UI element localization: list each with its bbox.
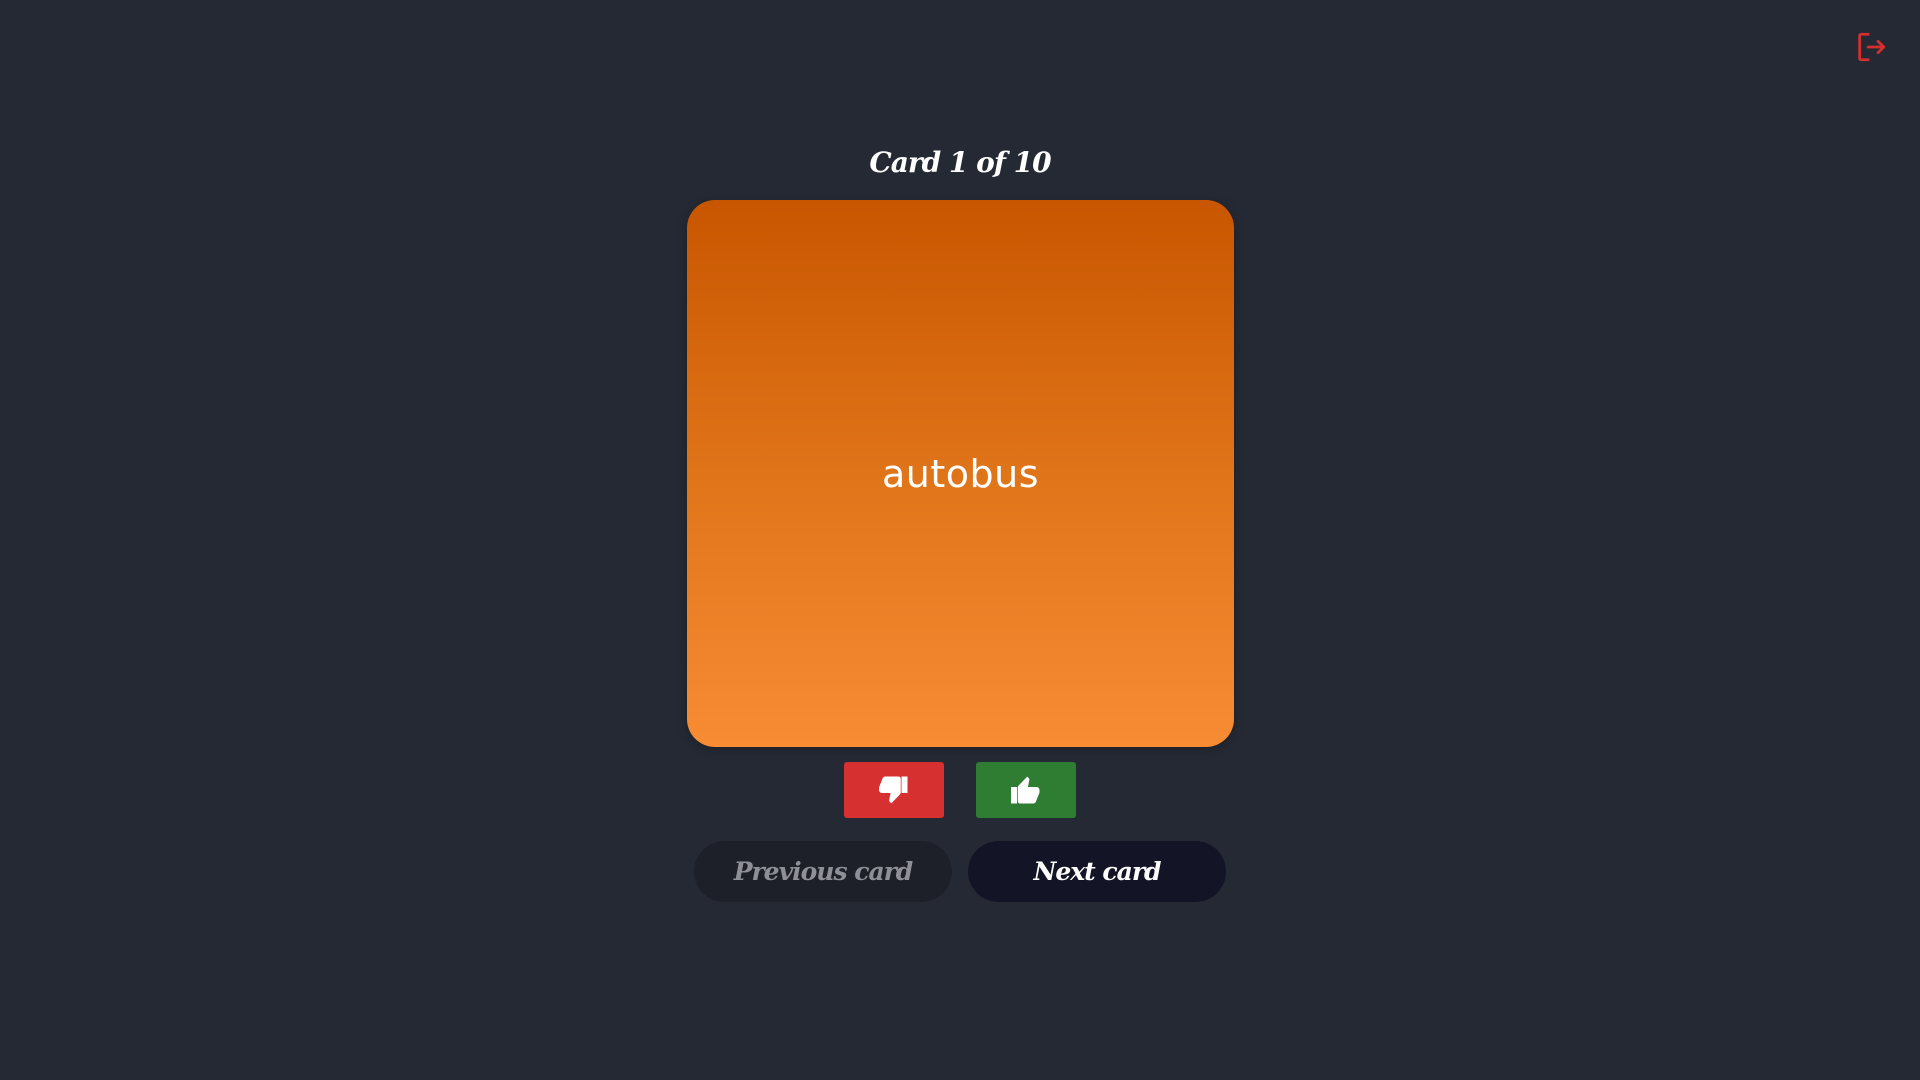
thumbs-down-icon (879, 776, 908, 804)
flashcard-word: autobus (881, 451, 1040, 496)
card-counter: Card 1 of 10 (869, 146, 1051, 179)
logout-button[interactable] (1852, 28, 1890, 66)
like-button[interactable] (976, 762, 1076, 818)
previous-card-button[interactable]: Previous card (694, 841, 952, 902)
dislike-button[interactable] (844, 762, 944, 818)
flashcard[interactable]: autobus (687, 200, 1234, 747)
thumbs-up-icon (1011, 776, 1040, 804)
next-card-button[interactable]: Next card (968, 841, 1226, 902)
logout-icon (1858, 32, 1886, 62)
flashcard-page: Card 1 of 10 autobus Previous card Next … (0, 0, 1920, 1080)
